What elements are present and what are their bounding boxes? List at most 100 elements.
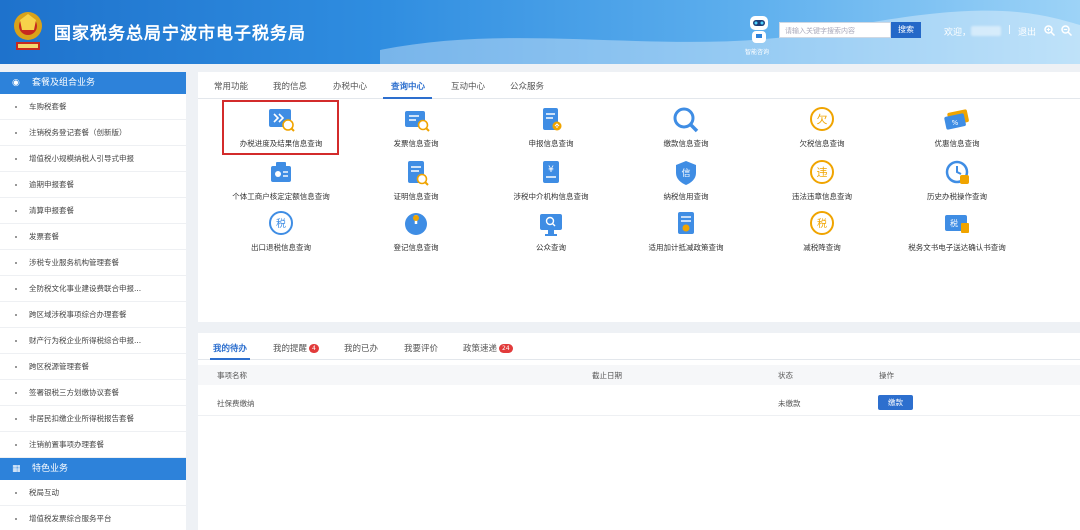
main-tabs: 常用功能 我的信息 办税中心 查询中心 互动中心 公众服务: [198, 72, 1080, 99]
column-header: 操作: [879, 371, 894, 380]
query-invoice[interactable]: 发票信息查询: [356, 106, 476, 149]
query-certificate[interactable]: 证明信息查询: [356, 159, 476, 202]
grid-item-label: 发票信息查询: [393, 139, 439, 148]
query-history[interactable]: 历史办税操作查询: [897, 159, 1017, 202]
logout-link[interactable]: 退出: [1018, 25, 1036, 38]
sidebar-section-special[interactable]: ▦ 特色业务: [0, 458, 186, 480]
sidebar-item[interactable]: 跨区域涉税事项综合办理套餐: [0, 302, 186, 328]
zoom-in-icon[interactable]: [1044, 25, 1055, 36]
tab-tax-center[interactable]: 办税中心: [333, 80, 367, 92]
todo-item-status: 未缴款: [778, 399, 801, 408]
query-tax-reduction[interactable]: 税 减税降查询: [762, 210, 882, 253]
sidebar-item-label: 财产行为税企业所得税综合申报...: [29, 336, 142, 345]
grid-item-label: 证明信息查询: [393, 192, 439, 201]
bullet-icon: [15, 106, 17, 108]
query-tax-arrears[interactable]: 欠 欠税信息查询: [762, 106, 882, 149]
invoice-query-icon: [405, 111, 430, 132]
tab-my-done[interactable]: 我的已办: [344, 342, 378, 354]
query-tax-credit[interactable]: 信 纳税信用查询: [626, 159, 746, 202]
sidebar-item[interactable]: 注销税务登记套餐（创新版）: [0, 120, 186, 146]
certificate-query-icon: [408, 161, 429, 186]
tab-policy-express[interactable]: 政策速递 24: [463, 342, 513, 354]
sidebar-item[interactable]: 跨区税源管理套餐: [0, 354, 186, 380]
sidebar-item[interactable]: 财产行为税企业所得税综合申报...: [0, 328, 186, 354]
tax-emblem-logo[interactable]: [10, 8, 46, 54]
policy-count-badge: 24: [499, 344, 513, 353]
progress-query-icon: [269, 109, 295, 132]
todo-tabs: 我的待办 我的提醒 4 我的已办 我要评价 政策速递 24: [198, 333, 1080, 360]
query-declaration[interactable]: 申报信息查询: [491, 106, 611, 149]
sidebar-item[interactable]: 全防税文化事业建设费联合申报...: [0, 276, 186, 302]
query-export-rebate[interactable]: 税 出口退税信息查询: [221, 210, 341, 253]
query-e-delivery[interactable]: 税 税务文书电子送达确认书查询: [897, 210, 1017, 253]
bullet-icon: [15, 184, 17, 186]
bullet-icon: [15, 236, 17, 238]
sidebar-item[interactable]: 签署银税三方划缴协议套餐: [0, 380, 186, 406]
reminder-count-badge: 4: [309, 344, 319, 353]
tab-my-evaluation[interactable]: 我要评价: [404, 342, 438, 354]
sidebar-item[interactable]: 车购税套餐: [0, 94, 186, 120]
column-header: 状态: [778, 371, 793, 380]
user-name-blurred: [971, 26, 1001, 36]
sidebar-item-label: 跨区域涉税事项综合办理套餐: [29, 310, 127, 319]
svg-text:%: %: [952, 119, 959, 127]
search-button[interactable]: 搜索: [891, 22, 921, 38]
tab-label: 政策速递: [463, 344, 498, 354]
tab-my-todo[interactable]: 我的待办: [213, 342, 247, 354]
sidebar-item[interactable]: 涉税专业服务机构管理套餐: [0, 250, 186, 276]
sidebar-item-label: 税局互动: [29, 488, 59, 497]
tab-my-reminder[interactable]: 我的提醒 4: [273, 342, 319, 354]
search-input[interactable]: 请输入关键字搜索内容: [779, 22, 891, 38]
site-title: 国家税务总局宁波市电子税务局: [54, 24, 306, 44]
sidebar-item[interactable]: 逾期申报套餐: [0, 172, 186, 198]
tab-common[interactable]: 常用功能: [214, 80, 248, 92]
registration-query-icon: [405, 213, 427, 235]
sidebar-item[interactable]: 增值税发票综合服务平台: [0, 506, 186, 530]
bullet-icon: [15, 418, 17, 420]
query-payment[interactable]: 缴款信息查询: [626, 106, 746, 149]
query-deduction-policy[interactable]: 适用加计抵减政策查询: [626, 210, 746, 253]
query-preferential[interactable]: % 优惠信息查询: [897, 106, 1017, 149]
sidebar-item-label: 发票套餐: [29, 232, 59, 241]
sidebar-item-label: 车购税套餐: [29, 102, 67, 111]
zoom-out-icon[interactable]: [1061, 25, 1072, 36]
sidebar-item[interactable]: 注销前置事项办理套餐: [0, 432, 186, 458]
tab-interaction[interactable]: 互动中心: [451, 80, 485, 92]
payment-query-icon: [673, 107, 699, 133]
grid-item-label: 涉税中介机构信息查询: [513, 192, 589, 201]
public-query-icon: [540, 214, 562, 236]
bullet-icon: [15, 392, 17, 394]
query-progress-result[interactable]: 办税进度及结果信息查询: [221, 106, 341, 149]
tab-query-center[interactable]: 查询中心: [391, 80, 425, 92]
tab-public[interactable]: 公众服务: [510, 80, 544, 92]
robot-assistant-icon[interactable]: [746, 12, 772, 48]
sidebar-item[interactable]: 发票套餐: [0, 224, 186, 250]
svg-text:税: 税: [817, 217, 827, 230]
column-header: 截止日期: [592, 371, 622, 380]
sidebar-item[interactable]: 税局互动: [0, 480, 186, 506]
tab-label: 我的提醒: [273, 344, 308, 354]
todo-panel: 我的待办 我的提醒 4 我的已办 我要评价 政策速递 24 事项名称 截止日期 状态…: [198, 333, 1080, 530]
query-violation[interactable]: 违 违法违章信息查询: [762, 159, 882, 202]
header-separator: |: [1008, 25, 1012, 35]
tab-my-info[interactable]: 我的信息: [273, 80, 307, 92]
active-tab-indicator: [383, 97, 432, 99]
grid-item-label: 申报信息查询: [528, 139, 574, 148]
query-public[interactable]: 公众查询: [491, 210, 611, 253]
arrears-query-icon: 欠: [810, 107, 834, 131]
sidebar-item-label: 注销税务登记套餐（创新版）: [29, 128, 127, 137]
query-individual-quota[interactable]: 个体工商户核定定额信息查询: [221, 159, 341, 202]
sidebar-item[interactable]: 清算申报套餐: [0, 198, 186, 224]
sidebar-section-package[interactable]: ◉ 套餐及组合业务: [0, 72, 186, 94]
sidebar-item[interactable]: 非居民扣缴企业所得税报告套餐: [0, 406, 186, 432]
svg-text:违: 违: [817, 166, 828, 179]
export-rebate-icon: 税: [269, 211, 293, 235]
query-tax-agency[interactable]: ¥ 涉税中介机构信息查询: [491, 159, 611, 202]
svg-text:税: 税: [276, 217, 286, 230]
sidebar-item[interactable]: 增值税小规模纳税人引导式申报: [0, 146, 186, 172]
query-registration[interactable]: 登记信息查询: [356, 210, 476, 253]
sidebar-item-label: 非居民扣缴企业所得税报告套餐: [29, 414, 134, 423]
pay-button[interactable]: 缴款: [878, 395, 913, 410]
declaration-query-icon: [543, 108, 562, 131]
table-header: 事项名称 截止日期 状态 操作: [198, 365, 1080, 385]
